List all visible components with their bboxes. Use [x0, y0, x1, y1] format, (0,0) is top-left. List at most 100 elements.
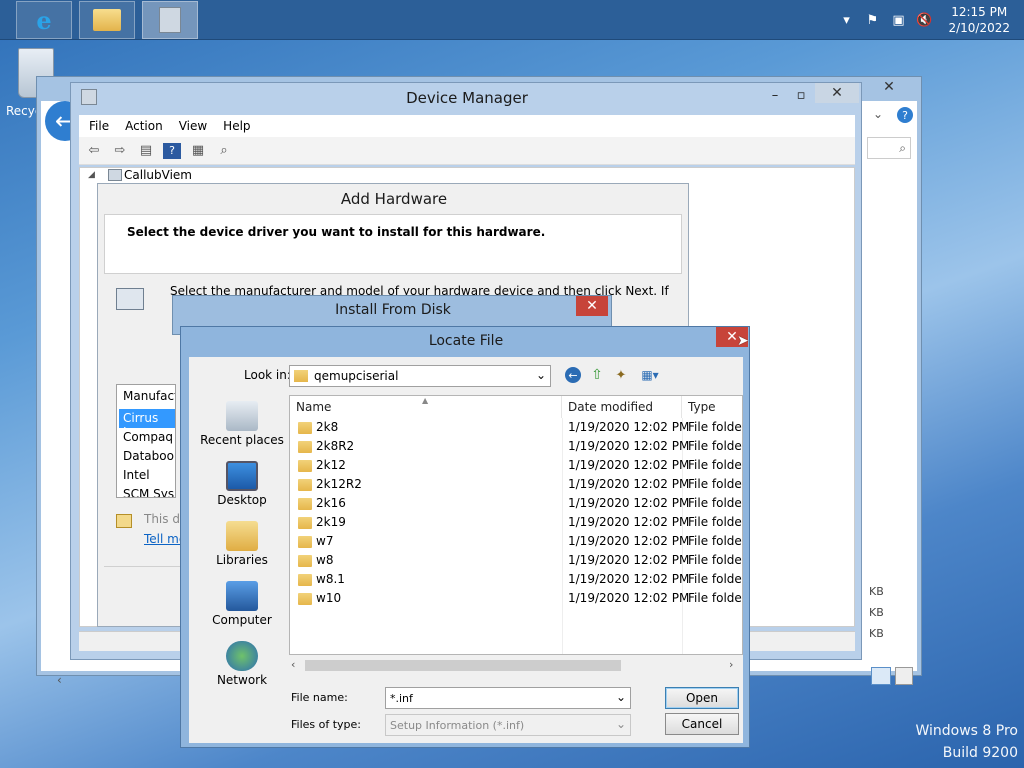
cancel-button[interactable]: Cancel: [665, 713, 739, 735]
libraries-icon: [226, 521, 258, 551]
manufacturer-item[interactable]: Intel: [123, 468, 150, 482]
look-in-dropdown[interactable]: qemupciserial ⌄: [289, 365, 551, 387]
place-desktop[interactable]: Desktop: [197, 461, 287, 507]
file-date: 1/19/2020 12:02 PM: [568, 515, 690, 529]
scroll-right-icon[interactable]: ›: [729, 658, 733, 671]
menu-view[interactable]: View: [179, 119, 207, 133]
up-one-level-icon[interactable]: ⇧: [589, 367, 605, 383]
add-hardware-heading: Select the device driver you want to ins…: [127, 225, 546, 239]
file-row[interactable]: 2k12R2 1/19/2020 12:02 PM File folder: [290, 475, 742, 494]
forward-icon[interactable]: ⇨: [111, 143, 129, 159]
scroll-left-icon[interactable]: ‹: [291, 658, 295, 671]
action-center-flag-icon[interactable]: ⚑: [864, 12, 880, 28]
file-row[interactable]: 2k16 1/19/2020 12:02 PM File folder: [290, 494, 742, 513]
file-row[interactable]: 2k19 1/19/2020 12:02 PM File folder: [290, 513, 742, 532]
sort-ascending-icon: ▲: [422, 396, 429, 405]
desktop-icon: [226, 461, 258, 491]
taskbar-device-manager-button[interactable]: [142, 1, 198, 39]
back-icon[interactable]: ⇦: [85, 143, 103, 159]
file-type: File folder: [688, 591, 743, 605]
file-row[interactable]: 2k8R2 1/19/2020 12:02 PM File folder: [290, 437, 742, 456]
column-date-modified[interactable]: Date modified: [562, 396, 682, 418]
minimize-button[interactable]: –: [765, 85, 785, 105]
places-bar: Recent places Desktop Libraries Computer…: [197, 395, 287, 725]
scroll-left-icon[interactable]: ‹: [57, 673, 62, 687]
new-folder-icon[interactable]: ✦: [613, 367, 629, 383]
view-icon[interactable]: ▦: [189, 143, 207, 159]
place-label: Recent places: [200, 433, 284, 447]
folder-icon: [298, 536, 312, 548]
place-libraries[interactable]: Libraries: [197, 521, 287, 567]
folder-icon: [298, 593, 312, 605]
file-row[interactable]: 2k8 1/19/2020 12:02 PM File folder: [290, 418, 742, 437]
file-name: 2k12: [316, 458, 346, 472]
chevron-down-icon[interactable]: ⌄: [873, 107, 883, 121]
folder-icon: [298, 479, 312, 491]
file-row[interactable]: 2k12 1/19/2020 12:02 PM File folder: [290, 456, 743, 475]
search-box[interactable]: ⌕: [867, 137, 911, 159]
manufacturer-item[interactable]: Compaq: [123, 430, 173, 444]
mouse-cursor-icon: ➤: [737, 333, 749, 349]
folder-icon: [298, 498, 312, 510]
install-from-disk-close-button[interactable]: ✕: [576, 296, 608, 316]
network-icon[interactable]: ▣: [890, 12, 906, 28]
hardware-device-icon: [116, 288, 144, 310]
manufacturer-item[interactable]: Databook: [123, 449, 175, 463]
file-date: 1/19/2020 12:02 PM: [568, 553, 690, 567]
file-type: File folder: [688, 572, 743, 586]
place-computer[interactable]: Computer: [197, 581, 287, 627]
help-icon[interactable]: ?: [897, 107, 913, 123]
computer-icon: [108, 169, 122, 181]
chevron-down-icon: ⌄: [535, 368, 546, 382]
chevron-down-icon: ⌄: [615, 717, 626, 731]
folder-icon: [298, 574, 312, 586]
clock[interactable]: 12:15 PM 2/10/2022: [948, 4, 1010, 36]
file-name: 2k8: [316, 420, 339, 434]
explorer-close-button[interactable]: ✕: [867, 77, 911, 97]
file-row[interactable]: w7 1/19/2020 12:02 PM File folder: [290, 532, 742, 551]
file-row[interactable]: w8.1 1/19/2020 12:02 PM File folder: [290, 570, 743, 589]
scrollbar-thumb[interactable]: [305, 660, 621, 671]
properties-icon[interactable]: ▤: [137, 143, 155, 159]
file-row[interactable]: w10 1/19/2020 12:02 PM File folder: [290, 589, 743, 608]
locate-file-title: Locate File: [428, 333, 504, 349]
folder-icon: [294, 370, 308, 382]
scan-hardware-icon[interactable]: ⌕: [215, 143, 233, 159]
file-name-input[interactable]: *.inf ⌄: [385, 687, 631, 709]
details-view-icon[interactable]: [871, 667, 891, 685]
volume-muted-icon[interactable]: 🔇: [916, 12, 932, 28]
menu-action[interactable]: Action: [125, 119, 163, 133]
locate-file-window: Locate File ✕ ➤ Look in: qemupciserial ⌄…: [180, 326, 750, 748]
help-icon[interactable]: ?: [163, 142, 181, 159]
recent-places-icon: [226, 401, 258, 431]
file-row[interactable]: w8 1/19/2020 12:02 PM File folder: [290, 551, 742, 570]
place-recent[interactable]: Recent places: [197, 401, 287, 447]
device-manager-close-button[interactable]: ✕: [815, 83, 859, 103]
file-type: File folder: [688, 458, 743, 472]
manufacturer-item[interactable]: SCM Sys: [123, 487, 174, 497]
maximize-button[interactable]: ▫: [791, 85, 811, 105]
file-date: 1/19/2020 12:02 PM: [568, 439, 690, 453]
menu-file[interactable]: File: [89, 119, 109, 133]
file-date: 1/19/2020 12:02 PM: [568, 591, 690, 605]
expand-arrow-icon[interactable]: ◢: [88, 170, 95, 180]
add-hardware-header: Select the device driver you want to ins…: [104, 214, 682, 274]
taskbar-internet-explorer-button[interactable]: e: [16, 1, 72, 39]
column-type[interactable]: Type: [682, 396, 742, 418]
tree-root-label[interactable]: CallubViem: [124, 168, 192, 182]
taskbar-file-explorer-button[interactable]: [79, 1, 135, 39]
menu-help[interactable]: Help: [223, 119, 250, 133]
horizontal-scrollbar[interactable]: ‹ ›: [289, 657, 743, 673]
certificate-icon: [116, 514, 132, 528]
file-name: 2k19: [316, 515, 346, 529]
files-of-type-dropdown[interactable]: Setup Information (*.inf) ⌄: [385, 714, 631, 736]
manufacturer-list[interactable]: Manufact Cirrus Log Compaq Databook Inte…: [116, 384, 176, 498]
show-hidden-icons-icon[interactable]: ▾: [838, 12, 854, 28]
large-icons-view-icon[interactable]: [895, 667, 913, 685]
place-network[interactable]: Network: [197, 641, 287, 687]
open-button[interactable]: Open: [665, 687, 739, 709]
place-label: Computer: [212, 613, 272, 627]
file-date: 1/19/2020 12:02 PM: [568, 420, 690, 434]
view-menu-icon[interactable]: ▦▾: [637, 367, 663, 383]
back-icon[interactable]: ←: [565, 367, 581, 383]
